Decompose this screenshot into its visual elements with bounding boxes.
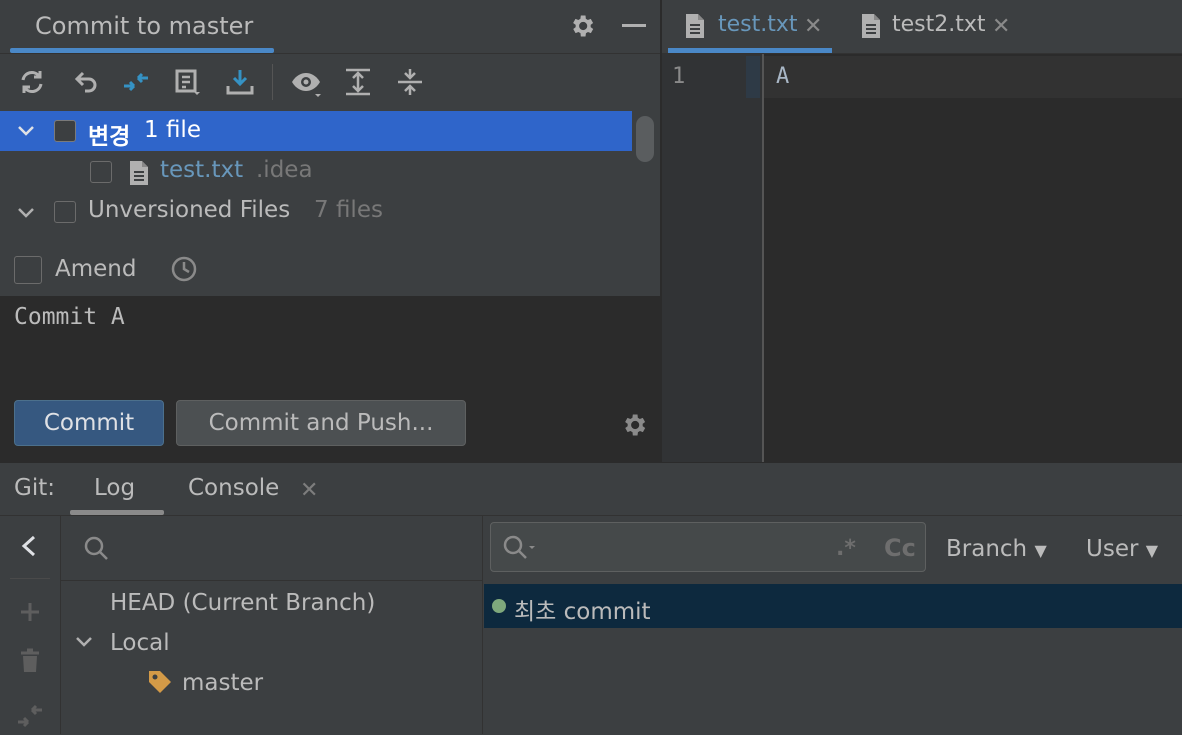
chevron-down-icon[interactable] (16, 123, 36, 139)
unversioned-group-name: Unversioned Files (88, 197, 291, 223)
file-icon (684, 12, 706, 40)
log-search-input[interactable] (490, 522, 926, 572)
eye-icon[interactable] (290, 66, 322, 98)
update-icon[interactable] (224, 66, 256, 98)
tag-icon (146, 668, 174, 696)
unversioned-group-count: 7 files (314, 197, 383, 223)
changes-group-name: 변경 (88, 124, 131, 150)
commit-panel-title[interactable]: Commit to master (35, 12, 253, 40)
amend-row: Amend (0, 248, 660, 294)
chevron-down-icon[interactable] (74, 634, 94, 650)
editor-gutter (662, 54, 762, 462)
branch-group-local[interactable]: Local (110, 630, 170, 656)
expand-all-icon[interactable] (342, 66, 374, 98)
refresh-icon[interactable] (16, 66, 48, 98)
dropdown-arrow-icon: ▼ (1145, 541, 1159, 560)
tab-test2-txt[interactable]: test2.txt ✕ (856, 0, 1016, 53)
file-icon (860, 12, 882, 40)
tab-test-txt[interactable]: test.txt ✕ (680, 0, 830, 53)
current-line-highlight (762, 56, 1182, 98)
git-tab-bar (0, 462, 1182, 516)
commit-and-push-button[interactable]: Commit and Push... (176, 400, 466, 446)
branch-head[interactable]: HEAD (Current Branch) (110, 590, 375, 616)
tab-log[interactable]: Log (94, 475, 135, 501)
shelve-icon[interactable] (172, 66, 204, 98)
active-tab-underline (668, 48, 832, 53)
editor-tab-bar: test.txt ✕ test2.txt ✕ (662, 0, 1182, 54)
toolbar-separator (272, 64, 273, 100)
gear-icon[interactable] (568, 12, 596, 40)
git-label: Git: (14, 475, 55, 501)
merge-icon[interactable] (16, 702, 44, 730)
trash-icon[interactable] (19, 648, 41, 674)
file-name: test.txt (160, 157, 244, 183)
branch-filter[interactable]: Branch ▼ (946, 536, 1047, 562)
close-icon[interactable]: ✕ (992, 14, 1010, 39)
close-icon[interactable]: ✕ (300, 478, 318, 503)
plus-icon[interactable] (18, 600, 42, 624)
chevron-left-icon[interactable] (18, 534, 40, 558)
git-side-toolbar (0, 516, 61, 734)
dropdown-arrow-icon: ▼ (1034, 541, 1047, 560)
search-icon (503, 535, 539, 561)
branch-filter-label: Branch (946, 536, 1028, 562)
changes-checkbox[interactable] (54, 120, 76, 142)
commit-button[interactable]: Commit (14, 400, 164, 446)
collapse-all-icon[interactable] (394, 66, 426, 98)
tree-row-unversioned[interactable]: Unversioned Files 7 files (0, 193, 632, 233)
unversioned-checkbox[interactable] (54, 201, 76, 223)
user-filter-label: User (1086, 536, 1139, 562)
gear-icon[interactable] (620, 411, 648, 439)
file-checkbox[interactable] (90, 161, 112, 183)
commit-subject: 최초 commit (514, 599, 651, 625)
regex-toggle[interactable]: .* (836, 536, 856, 561)
rollback-icon[interactable] (70, 66, 102, 98)
tab-console[interactable]: Console (188, 475, 279, 501)
commit-toolbar (0, 54, 660, 110)
changes-tree: 변경 1 file test.txt .idea Unversioned Fil… (0, 111, 632, 241)
log-tab-underline (70, 510, 164, 515)
gutter-marker (746, 56, 760, 98)
tab-label: test2.txt (892, 12, 986, 37)
close-icon[interactable]: ✕ (804, 14, 822, 39)
commit-title-underline (10, 48, 274, 53)
line-number: 1 (672, 64, 686, 89)
match-case-toggle[interactable]: Cc (884, 534, 916, 562)
tree-row-file[interactable]: test.txt .idea (0, 153, 632, 193)
tree-row-changes[interactable]: 변경 1 file (0, 111, 632, 151)
show-diff-icon[interactable] (120, 66, 152, 98)
chevron-down-icon[interactable] (16, 205, 36, 221)
amend-label[interactable]: Amend (55, 256, 136, 282)
toolbar-separator (10, 578, 50, 579)
file-icon (128, 159, 150, 187)
editor-content[interactable]: A (776, 64, 789, 89)
minimize-icon[interactable] (622, 24, 646, 27)
file-directory: .idea (256, 157, 313, 183)
branch-search-input[interactable] (60, 516, 482, 581)
clock-icon[interactable] (170, 255, 198, 283)
tab-label: test.txt (718, 12, 798, 37)
user-filter[interactable]: User ▼ (1086, 536, 1158, 562)
changes-group-count: 1 file (144, 117, 201, 143)
commit-graph-dot (492, 599, 506, 613)
gutter-border (762, 54, 764, 462)
amend-checkbox[interactable] (14, 256, 42, 284)
search-icon (84, 536, 110, 562)
commit-message-text: Commit A (14, 304, 125, 330)
branch-master[interactable]: master (182, 670, 263, 696)
tree-scrollbar[interactable] (636, 116, 654, 162)
